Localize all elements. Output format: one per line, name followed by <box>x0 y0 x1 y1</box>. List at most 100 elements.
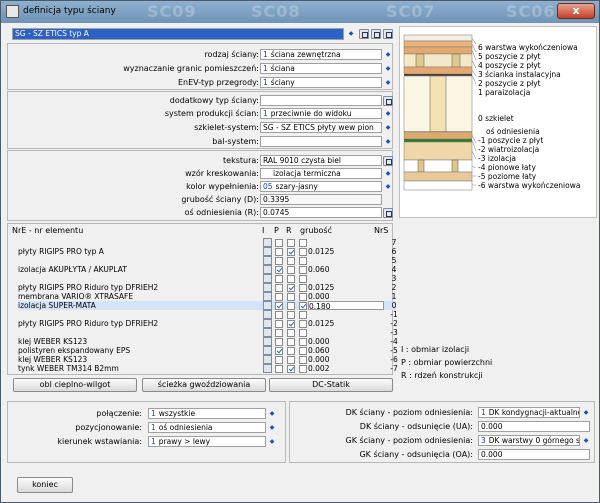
layer-thickness[interactable] <box>308 238 384 247</box>
table-row[interactable]: 7 <box>18 238 396 247</box>
system-prod-select[interactable]: 1 przeciwnie do widoku <box>260 108 382 119</box>
chevron-down-icon[interactable]: ◆ <box>384 169 392 178</box>
layer-i-checkbox[interactable] <box>275 329 283 337</box>
layer-r-checkbox[interactable] <box>299 329 307 337</box>
koniec-button[interactable]: koniec <box>17 477 73 493</box>
chevron-down-icon[interactable]: ◆ <box>347 29 355 38</box>
layer-p-checkbox[interactable] <box>287 293 295 301</box>
layer-browse-icon[interactable] <box>263 328 272 337</box>
browse-icon[interactable] <box>383 156 393 166</box>
layer-browse-icon[interactable] <box>263 319 272 328</box>
layer-thickness[interactable] <box>308 328 384 337</box>
obl-button[interactable]: obl cieplno-wilgot <box>13 378 137 392</box>
layer-r-checkbox[interactable] <box>299 320 307 328</box>
layer-browse-icon[interactable] <box>263 355 272 364</box>
dk-poziom-select[interactable]: 1 DK kondygnacji-aktualne <box>478 407 580 418</box>
layer-browse-icon[interactable] <box>263 310 272 319</box>
chevron-down-icon[interactable]: ◆ <box>384 137 392 146</box>
save-icon[interactable] <box>359 29 369 39</box>
layer-r-checkbox[interactable] <box>299 266 307 274</box>
layer-p-checkbox[interactable] <box>287 338 295 346</box>
layer-browse-icon[interactable] <box>263 238 272 247</box>
rodzaj-select[interactable]: 1 ściana zewnętrzna <box>260 49 382 60</box>
chevron-down-icon[interactable]: ◆ <box>268 409 276 418</box>
layer-p-checkbox[interactable] <box>287 239 295 247</box>
table-row[interactable]: płyty RIGIPS PRO Riduro typ DFRIEH2 0.012… <box>18 319 398 328</box>
chevron-down-icon[interactable]: ◆ <box>582 436 590 445</box>
layer-browse-icon[interactable] <box>263 301 272 310</box>
layer-p-checkbox[interactable] <box>287 320 295 328</box>
chevron-down-icon[interactable]: ◆ <box>268 423 276 432</box>
layer-p-checkbox[interactable] <box>287 356 295 364</box>
table-row[interactable]: tynk WEBER TM314 B2mm 0.002 -7 <box>18 364 398 373</box>
bal-select[interactable] <box>260 136 382 147</box>
layer-r-checkbox[interactable] <box>299 338 307 346</box>
layer-i-checkbox[interactable] <box>275 347 283 355</box>
layer-i-checkbox[interactable] <box>275 311 283 319</box>
gk-odsun-field[interactable]: 0.000 <box>478 449 590 460</box>
layer-r-checkbox[interactable] <box>299 284 307 292</box>
chevron-down-icon[interactable]: ◆ <box>582 408 590 417</box>
layer-i-checkbox[interactable] <box>275 266 283 274</box>
layer-thickness[interactable]: 0.000 <box>308 337 384 346</box>
browse-icon[interactable] <box>383 96 393 106</box>
layer-thickness[interactable]: 0.0125 <box>308 247 384 256</box>
table-row[interactable]: izolacja SUPER-MATA 0.180 0 <box>18 301 396 311</box>
layer-thickness[interactable]: 0.0125 <box>308 319 384 328</box>
chevron-down-icon[interactable]: ◆ <box>384 78 392 87</box>
layer-r-checkbox[interactable] <box>299 365 307 373</box>
odniesienie-field[interactable]: 0.0745 <box>260 207 382 218</box>
layer-thickness[interactable]: 0.000 <box>308 355 384 364</box>
table-row[interactable]: klej WEBER KS123 0.000 -4 <box>18 337 398 346</box>
dodatkowy-field[interactable] <box>260 95 382 106</box>
table-row[interactable]: -1 <box>18 310 398 319</box>
layer-p-checkbox[interactable] <box>287 257 295 265</box>
wall-type-select[interactable]: SG - SZ ETICS typ A <box>12 28 344 40</box>
close-button[interactable]: x <box>557 3 595 19</box>
chevron-down-icon[interactable]: ◆ <box>268 437 276 446</box>
layer-thickness[interactable] <box>308 310 384 319</box>
layer-r-checkbox[interactable] <box>299 293 307 301</box>
layer-i-checkbox[interactable] <box>275 365 283 373</box>
layer-r-checkbox[interactable] <box>299 257 307 265</box>
layer-r-checkbox[interactable] <box>299 275 307 283</box>
copy-icon[interactable] <box>383 29 393 39</box>
table-row[interactable]: płyty RIGIPS PRO typ A 0.0125 6 <box>18 247 396 256</box>
layer-i-checkbox[interactable] <box>275 302 283 310</box>
chevron-down-icon[interactable]: ◆ <box>384 109 392 118</box>
chevron-down-icon[interactable]: ◆ <box>384 50 392 59</box>
layer-i-checkbox[interactable] <box>275 356 283 364</box>
layer-r-checkbox[interactable] <box>299 347 307 355</box>
dk-odsun-field[interactable]: 0.000 <box>478 421 590 432</box>
layer-r-checkbox[interactable] <box>299 248 307 256</box>
layer-browse-icon[interactable] <box>263 265 272 274</box>
layer-browse-icon[interactable] <box>263 283 272 292</box>
table-row[interactable]: polistyren ekspandowany EPS 0.060 -5 <box>18 346 398 355</box>
table-row[interactable]: klej WEBER KS123 0.000 -6 <box>18 355 398 364</box>
sciezka-button[interactable]: ścieżka gwoździowania <box>142 378 266 392</box>
layer-browse-icon[interactable] <box>263 274 272 283</box>
polaczenie-select[interactable]: 1 wszystkie <box>148 408 266 419</box>
layer-browse-icon[interactable] <box>263 346 272 355</box>
layer-i-checkbox[interactable] <box>275 275 283 283</box>
tekstura-field[interactable]: RAL 9010 czysta biel <box>260 155 382 166</box>
layer-p-checkbox[interactable] <box>287 248 295 256</box>
table-row[interactable]: -3 <box>18 328 398 337</box>
table-row[interactable]: 5 <box>18 256 396 265</box>
table-row[interactable]: 3 <box>18 274 396 283</box>
layer-thickness[interactable] <box>308 274 384 283</box>
layer-p-checkbox[interactable] <box>287 365 295 373</box>
chevron-down-icon[interactable]: ◆ <box>384 123 392 132</box>
layer-thickness[interactable]: 0.060 <box>308 265 384 274</box>
wyznaczanie-select[interactable]: 1 ściana <box>260 63 382 74</box>
layer-thickness[interactable]: 0.002 <box>308 364 384 373</box>
layer-i-checkbox[interactable] <box>275 284 283 292</box>
layer-thickness[interactable]: 0.000 <box>308 292 384 301</box>
layer-i-checkbox[interactable] <box>275 293 283 301</box>
chevron-down-icon[interactable]: ◆ <box>384 64 392 73</box>
edit-icon[interactable] <box>371 29 381 39</box>
layer-browse-icon[interactable] <box>263 337 272 346</box>
layer-p-checkbox[interactable] <box>287 302 295 310</box>
layer-thickness[interactable] <box>308 256 384 265</box>
dc-statik-button[interactable]: DC-Statik <box>269 378 393 392</box>
